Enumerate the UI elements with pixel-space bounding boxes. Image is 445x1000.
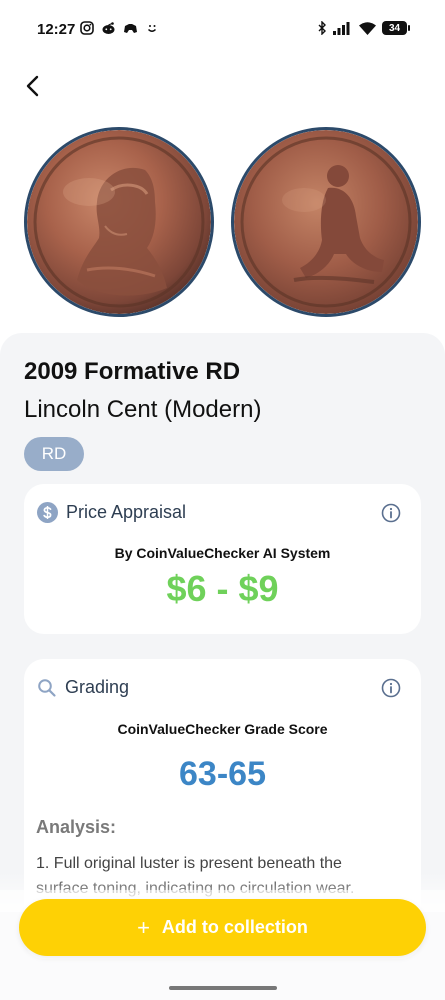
coin-obverse-image: [27, 130, 211, 314]
system-icons: 34: [317, 21, 410, 35]
status-time: 12:27: [37, 21, 76, 38]
info-icon: [381, 503, 401, 523]
coin-detail-screen: 12:27 34 2009 Formative RD Lincoln Cent …: [0, 0, 445, 1000]
notification-icons: [80, 21, 159, 35]
coin-reverse-image: [234, 130, 418, 314]
coin-title: 2009 Formative RD: [24, 358, 241, 385]
grade-score: 63-65: [179, 755, 266, 793]
grading-card-title: Grading: [65, 677, 130, 697]
signal-icon: [333, 21, 350, 35]
battery-icon: 34: [382, 21, 410, 35]
price-card-title: Price Appraisal: [66, 502, 187, 522]
reddit-icon: [102, 22, 115, 34]
grading-info-button[interactable]: [381, 678, 401, 698]
price-card-header: Price Appraisal: [37, 502, 186, 523]
home-indicator[interactable]: [169, 986, 277, 990]
smiley-icon: [147, 25, 157, 32]
info-icon: [381, 678, 401, 698]
bluetooth-icon: [318, 21, 326, 35]
game-controller-icon: [124, 23, 137, 33]
dollar-circle-icon: [37, 502, 58, 523]
price-appraisal-card: Price Appraisal By CoinValueChecker AI S…: [24, 484, 421, 634]
coin-series: Lincoln Cent (Modern): [24, 396, 262, 423]
analysis-heading: Analysis:: [36, 817, 117, 837]
price-range: $6 - $9: [166, 568, 279, 609]
grading-card-header: Grading: [37, 677, 129, 698]
add-to-collection-label: Add to collection: [161, 917, 308, 937]
instagram-icon: [80, 21, 94, 35]
grade-chip: RD: [24, 437, 84, 471]
status-bar: 12:27 34: [0, 0, 445, 60]
chevron-left-icon: [26, 75, 39, 97]
plus-icon: +: [137, 914, 150, 940]
back-button[interactable]: [18, 72, 46, 100]
grade-score-label: CoinValueChecker Grade Score: [117, 721, 328, 737]
appraisal-source: By CoinValueChecker AI System: [114, 545, 331, 561]
add-to-collection-button[interactable]: + Add to collection: [19, 899, 426, 956]
wifi-icon: [359, 21, 376, 35]
search-icon: [38, 678, 56, 697]
price-info-button[interactable]: [381, 503, 401, 523]
